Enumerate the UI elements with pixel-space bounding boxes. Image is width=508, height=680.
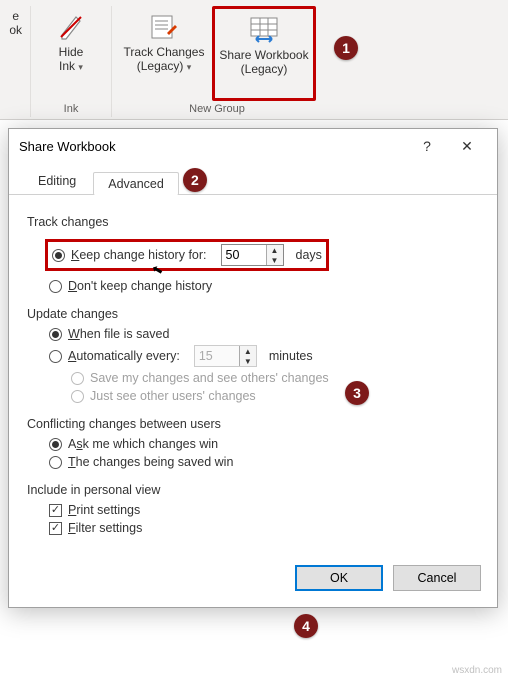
partial-label-2: ok xyxy=(9,23,22,37)
marker-3: 3 xyxy=(345,381,369,405)
section-update-changes: Update changes xyxy=(27,307,479,321)
filter-u: F xyxy=(68,521,76,535)
dont-rest: on't keep change history xyxy=(77,279,212,293)
ribbon-button-partial[interactable]: eok xyxy=(2,6,24,101)
save-my-changes-label: Save my changes and see others' changes xyxy=(90,371,329,385)
keep-history-spinner[interactable]: ▲▼ xyxy=(221,244,284,266)
track-l2: (Legacy) xyxy=(137,59,184,73)
keep-history-input[interactable] xyxy=(222,245,266,265)
dont-keep-row: Don't keep change history xyxy=(49,279,479,293)
filter-settings-label: Filter settings xyxy=(68,521,142,535)
marker-1: 1 xyxy=(334,36,358,60)
ok-button[interactable]: OK xyxy=(295,565,383,591)
watermark: wsxdn.com xyxy=(452,665,502,676)
being-saved-row: The changes being saved win xyxy=(49,455,479,469)
days-label: days xyxy=(296,248,322,262)
keep-history-radio[interactable] xyxy=(52,249,65,262)
tabs: Editing Advanced 2 xyxy=(9,163,497,195)
chevron-down-icon: ▾ xyxy=(187,62,192,72)
group-label-ink: Ink xyxy=(64,101,79,117)
section-track-changes: Track changes xyxy=(27,215,479,229)
ask-me-radio[interactable] xyxy=(49,438,62,451)
when-saved-radio[interactable] xyxy=(49,328,62,341)
when-u: W xyxy=(68,327,80,341)
ribbon-group-partial: eok xyxy=(2,6,31,117)
auto-every-radio[interactable] xyxy=(49,350,62,363)
partial-label-1: e xyxy=(12,9,19,23)
chevron-down-icon: ▾ xyxy=(78,62,83,72)
share-l1: Share Workbook xyxy=(219,48,308,62)
spin-down-icon[interactable]: ▼ xyxy=(267,255,283,265)
share-workbook-dialog: Share Workbook ? ✕ Editing Advanced 2 Tr… xyxy=(8,128,498,608)
dialog-body: Track changes Keep change history for: ▲… xyxy=(9,195,497,553)
share-workbook-button[interactable]: Share Workbook(Legacy) xyxy=(212,6,316,101)
tab-editing[interactable]: Editing xyxy=(21,167,93,194)
marker-4: 4 xyxy=(294,614,318,638)
share-l2: (Legacy) xyxy=(241,62,288,76)
keep-history-label: Keep change history for: xyxy=(71,248,207,262)
being-saved-radio[interactable] xyxy=(49,456,62,469)
cancel-button[interactable]: Cancel xyxy=(393,565,481,591)
marker-2: 2 xyxy=(183,168,207,192)
spin-up-icon: ▲ xyxy=(240,346,256,356)
auto-every-label: Automatically every: xyxy=(68,349,180,363)
titlebar: Share Workbook ? ✕ xyxy=(9,129,497,163)
minutes-label: minutes xyxy=(269,349,313,363)
hide-ink-l2: Ink xyxy=(59,59,75,73)
print-settings-row: Print settings xyxy=(49,503,479,517)
just-see-label: Just see other users' changes xyxy=(90,389,256,403)
pen-slash-icon xyxy=(55,10,87,42)
hide-ink-l1: Hide xyxy=(59,45,84,59)
keep-history-row: Keep change history for: ▲▼ days ⬉ xyxy=(45,239,329,271)
group-label-partial xyxy=(11,101,14,117)
print-rest: rint settings xyxy=(76,503,140,517)
auto-every-input xyxy=(195,346,239,366)
close-button[interactable]: ✕ xyxy=(447,138,487,155)
save-my-changes-radio xyxy=(71,372,84,385)
hide-ink-button[interactable]: HideInk ▾ xyxy=(37,6,105,101)
auto-every-spinner: ▲▼ xyxy=(194,345,257,367)
dont-u: D xyxy=(68,279,77,293)
ask-after: k me which changes win xyxy=(83,437,218,451)
when-saved-row: When file is saved xyxy=(49,327,479,341)
group-label-new: New Group xyxy=(189,101,245,117)
track-l1: Track Changes xyxy=(124,45,205,59)
ribbon-group-new: Track Changes(Legacy) ▾ Share Workbook(L… xyxy=(112,6,322,117)
auto-every-row: Automatically every: ▲▼ minutes xyxy=(49,345,479,367)
being-saved-label: The changes being saved win xyxy=(68,455,233,469)
just-see-radio xyxy=(71,390,84,403)
being-rest: he changes being saved win xyxy=(76,455,234,469)
ribbon-group-ink: HideInk ▾ Ink xyxy=(31,6,112,117)
save-my-changes-row: Save my changes and see others' changes xyxy=(71,371,479,385)
dont-keep-label: Don't keep change history xyxy=(68,279,212,293)
share-workbook-icon xyxy=(248,13,280,45)
spin-down-icon: ▼ xyxy=(240,356,256,366)
dialog-footer: OK Cancel xyxy=(9,553,497,607)
when-rest: hen file is saved xyxy=(80,327,170,341)
help-button[interactable]: ? xyxy=(407,138,447,154)
dont-keep-radio[interactable] xyxy=(49,280,62,293)
auto-rest: utomatically every: xyxy=(76,349,180,363)
section-conflicting: Conflicting changes between users xyxy=(27,417,479,431)
section-include: Include in personal view xyxy=(27,483,479,497)
filter-settings-row: Filter settings xyxy=(49,521,479,535)
when-saved-label: When file is saved xyxy=(68,327,169,341)
just-see-row: Just see other users' changes xyxy=(71,389,479,403)
being-u: T xyxy=(68,455,76,469)
ribbon: eok HideInk ▾ Ink Track Changes(Legacy) … xyxy=(0,0,508,120)
keep-rest: eep change history for: xyxy=(79,248,206,262)
track-changes-button[interactable]: Track Changes(Legacy) ▾ xyxy=(118,6,210,101)
filter-settings-checkbox[interactable] xyxy=(49,522,62,535)
tab-advanced[interactable]: Advanced xyxy=(93,172,179,195)
print-settings-label: Print settings xyxy=(68,503,140,517)
ask-me-row: Ask me which changes win xyxy=(49,437,479,451)
cursor-icon: ⬉ xyxy=(150,261,165,279)
spin-up-icon[interactable]: ▲ xyxy=(267,245,283,255)
dialog-title: Share Workbook xyxy=(19,139,407,154)
ask-me-label: Ask me which changes win xyxy=(68,437,218,451)
track-changes-icon xyxy=(148,10,180,42)
print-settings-checkbox[interactable] xyxy=(49,504,62,517)
filter-rest: ilter settings xyxy=(76,521,143,535)
